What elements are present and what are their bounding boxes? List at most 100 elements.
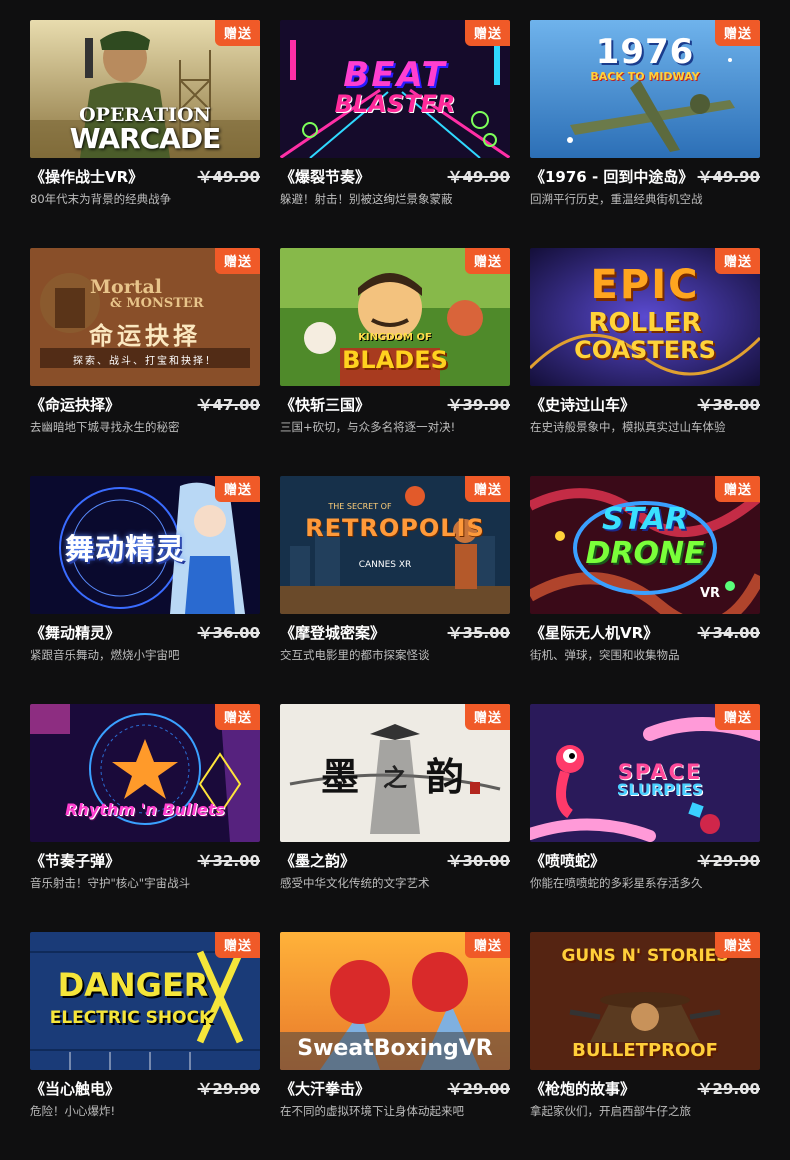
game-title: 《喷喷蛇》 xyxy=(530,852,606,870)
game-card[interactable]: 墨 之 韵 赠送 《墨之韵》 ￥30.00 感受中华文化传统的文字艺术 xyxy=(280,704,510,932)
game-description: 在史诗般景象中，模拟真实过山车体验 xyxy=(530,420,726,434)
game-card[interactable]: STAR DRONE VR 赠送 《星际无人机VR》 ￥34.00 街机、弹球，突… xyxy=(530,476,760,704)
game-price: ￥35.00 xyxy=(447,624,510,642)
game-description: 回溯平行历史，重温经典街机空战 xyxy=(530,192,703,206)
gift-badge: 赠送 xyxy=(714,476,760,502)
gift-badge: 赠送 xyxy=(214,932,260,958)
gift-badge: 赠送 xyxy=(714,704,760,730)
gift-badge: 赠送 xyxy=(714,20,760,46)
game-description: 三国+砍切，与众多名将逐一对决! xyxy=(280,420,456,434)
game-card[interactable]: OPERATION WARCADE 赠送 《操作战士VR》 ￥49.90 80年代… xyxy=(30,20,260,248)
art-title-line2: BULLETPROOF xyxy=(572,1040,718,1061)
game-thumbnail[interactable]: Mortal & MONSTER 命运抉择 探索、战斗、打宝和抉择！ 赠送 xyxy=(30,248,260,386)
game-price: ￥38.00 xyxy=(697,396,760,414)
game-thumbnail[interactable]: 墨 之 韵 赠送 xyxy=(280,704,510,842)
game-thumbnail[interactable]: BEAT BLASTER 赠送 xyxy=(280,20,510,158)
game-card[interactable]: DANGER ELECTRIC SHOCK 赠送 《当心触电》 ￥29.90 危险… xyxy=(30,932,260,1160)
art-title-line1: 舞动精灵 xyxy=(64,532,185,566)
game-thumbnail[interactable]: Rhythm 'n Bullets 赠送 xyxy=(30,704,260,842)
gift-badge: 赠送 xyxy=(714,932,760,958)
game-price: ￥49.90 xyxy=(697,168,760,186)
art-tagline: 探索、战斗、打宝和抉择！ xyxy=(73,356,217,367)
art-title-line1: BEAT xyxy=(343,55,447,95)
game-card[interactable]: BEAT BLASTER 赠送 《爆裂节奏》 ￥49.90 躲避！射击！别被这绚烂… xyxy=(280,20,510,248)
art-title-line2: BACK TO MIDWAY xyxy=(590,70,700,83)
game-title: 《当心触电》 xyxy=(30,1080,121,1098)
game-description: 危险！小心爆炸! xyxy=(30,1104,116,1118)
game-title: 《快斩三国》 xyxy=(280,396,371,414)
game-card[interactable]: THE SECRET OF RETROPOLIS CANNES XR 赠送 《摩… xyxy=(280,476,510,704)
gift-badge: 赠送 xyxy=(214,20,260,46)
art-title-line1: STAR xyxy=(601,502,689,537)
art-title-line3: 命运抉择 xyxy=(89,322,201,350)
game-thumbnail[interactable]: GUNS N' STORIES BULLETPROOF 赠送 xyxy=(530,932,760,1070)
art-char-3: 韵 xyxy=(425,754,464,799)
gift-badge: 赠送 xyxy=(214,248,260,274)
game-thumbnail[interactable]: STAR DRONE VR 赠送 xyxy=(530,476,760,614)
game-thumbnail[interactable]: 1976 BACK TO MIDWAY 赠送 xyxy=(530,20,760,158)
gift-badge: 赠送 xyxy=(464,476,510,502)
art-title-line2: & MONSTER xyxy=(110,296,204,311)
art-title-line2: SLURPIES xyxy=(616,780,704,799)
game-price: ￥47.00 xyxy=(197,396,260,414)
game-description: 在不同的虚拟环境下让身体动起来吧 xyxy=(280,1104,464,1118)
game-title: 《枪炮的故事》 xyxy=(530,1080,636,1098)
game-price: ￥39.90 xyxy=(447,396,510,414)
game-card[interactable]: GUNS N' STORIES BULLETPROOF 赠送 《枪炮的故事》 ￥2… xyxy=(530,932,760,1160)
game-title: 《节奏子弹》 xyxy=(30,852,121,870)
art-title-line1: SweatBoxingVR xyxy=(297,1036,493,1061)
game-description: 街机、弹球，突围和收集物品 xyxy=(530,648,680,662)
game-description: 音乐射击！守护"核心"宇宙战斗 xyxy=(30,876,191,890)
game-title: 《大汗拳击》 xyxy=(280,1080,371,1098)
game-title: 《墨之韵》 xyxy=(280,852,356,870)
game-grid: OPERATION WARCADE 赠送 《操作战士VR》 ￥49.90 80年代… xyxy=(30,20,760,1160)
art-title-line2: WARCADE xyxy=(69,122,221,155)
art-title-line2: RETROPOLIS xyxy=(305,514,485,542)
gift-badge: 赠送 xyxy=(464,248,510,274)
game-price: ￥34.00 xyxy=(697,624,760,642)
game-card[interactable]: Mortal & MONSTER 命运抉择 探索、战斗、打宝和抉择！ 赠送 《命… xyxy=(30,248,260,476)
art-title-line1: Mortal xyxy=(90,276,163,298)
gift-badge: 赠送 xyxy=(464,20,510,46)
gift-badge: 赠送 xyxy=(714,248,760,274)
game-price: ￥29.90 xyxy=(197,1080,260,1098)
game-title: 《星际无人机VR》 xyxy=(530,624,659,642)
game-description: 你能在喷喷蛇的多彩星系存活多久 xyxy=(530,876,703,890)
game-card[interactable]: Rhythm 'n Bullets 赠送 《节奏子弹》 ￥32.00 音乐射击！守… xyxy=(30,704,260,932)
art-title-line3: COASTERS xyxy=(574,336,716,364)
game-thumbnail[interactable]: 舞动精灵 赠送 xyxy=(30,476,260,614)
art-title-line1: DANGER xyxy=(57,966,209,1004)
game-card[interactable]: 舞动精灵 赠送 《舞动精灵》 ￥36.00 紧跟音乐舞动，燃烧小宇宙吧 xyxy=(30,476,260,704)
art-title-line1: Rhythm 'n Bullets xyxy=(65,800,225,819)
game-card[interactable]: 1976 BACK TO MIDWAY 赠送 《1976 - 回到中途岛》 ￥49… xyxy=(530,20,760,248)
game-price: ￥36.00 xyxy=(197,624,260,642)
art-title-line1: THE SECRET OF xyxy=(328,502,392,511)
game-card[interactable]: SPACE SLURPIES 赠送 《喷喷蛇》 ￥29.90 你能在喷喷蛇的多彩星… xyxy=(530,704,760,932)
game-title: 《爆裂节奏》 xyxy=(280,168,371,186)
game-thumbnail[interactable]: EPIC ROLLER COASTERS 赠送 xyxy=(530,248,760,386)
art-title-line2: ROLLER xyxy=(588,308,702,338)
gift-badge: 赠送 xyxy=(214,476,260,502)
game-thumbnail[interactable]: OPERATION WARCADE 赠送 xyxy=(30,20,260,158)
game-title: 《操作战士VR》 xyxy=(30,168,144,186)
game-thumbnail[interactable]: THE SECRET OF RETROPOLIS CANNES XR 赠送 xyxy=(280,476,510,614)
game-price: ￥29.90 xyxy=(697,852,760,870)
game-price: ￥29.00 xyxy=(697,1080,760,1098)
game-description: 感受中华文化传统的文字艺术 xyxy=(280,876,430,890)
gift-badge: 赠送 xyxy=(214,704,260,730)
game-thumbnail[interactable]: SweatBoxingVR 赠送 xyxy=(280,932,510,1070)
game-card[interactable]: EPIC ROLLER COASTERS 赠送 《史诗过山车》 ￥38.00 在史… xyxy=(530,248,760,476)
art-festival: CANNES XR xyxy=(358,560,412,570)
game-thumbnail[interactable]: SPACE SLURPIES 赠送 xyxy=(530,704,760,842)
game-description: 80年代末为背景的经典战争 xyxy=(30,192,172,206)
game-title: 《摩登城密案》 xyxy=(280,624,386,642)
game-thumbnail[interactable]: DANGER ELECTRIC SHOCK 赠送 xyxy=(30,932,260,1070)
art-title-line2: ELECTRIC SHOCK xyxy=(49,1008,213,1028)
game-card[interactable]: SweatBoxingVR 赠送 《大汗拳击》 ￥29.00 在不同的虚拟环境下让… xyxy=(280,932,510,1160)
game-price: ￥49.90 xyxy=(197,168,260,186)
game-card[interactable]: KINGDOM OF BLADES 赠送 《快斩三国》 ￥39.90 三国+砍切，… xyxy=(280,248,510,476)
game-price: ￥30.00 xyxy=(447,852,510,870)
game-description: 去幽暗地下城寻找永生的秘密 xyxy=(30,420,180,434)
art-title-line2: BLADES xyxy=(342,346,448,374)
game-thumbnail[interactable]: KINGDOM OF BLADES 赠送 xyxy=(280,248,510,386)
